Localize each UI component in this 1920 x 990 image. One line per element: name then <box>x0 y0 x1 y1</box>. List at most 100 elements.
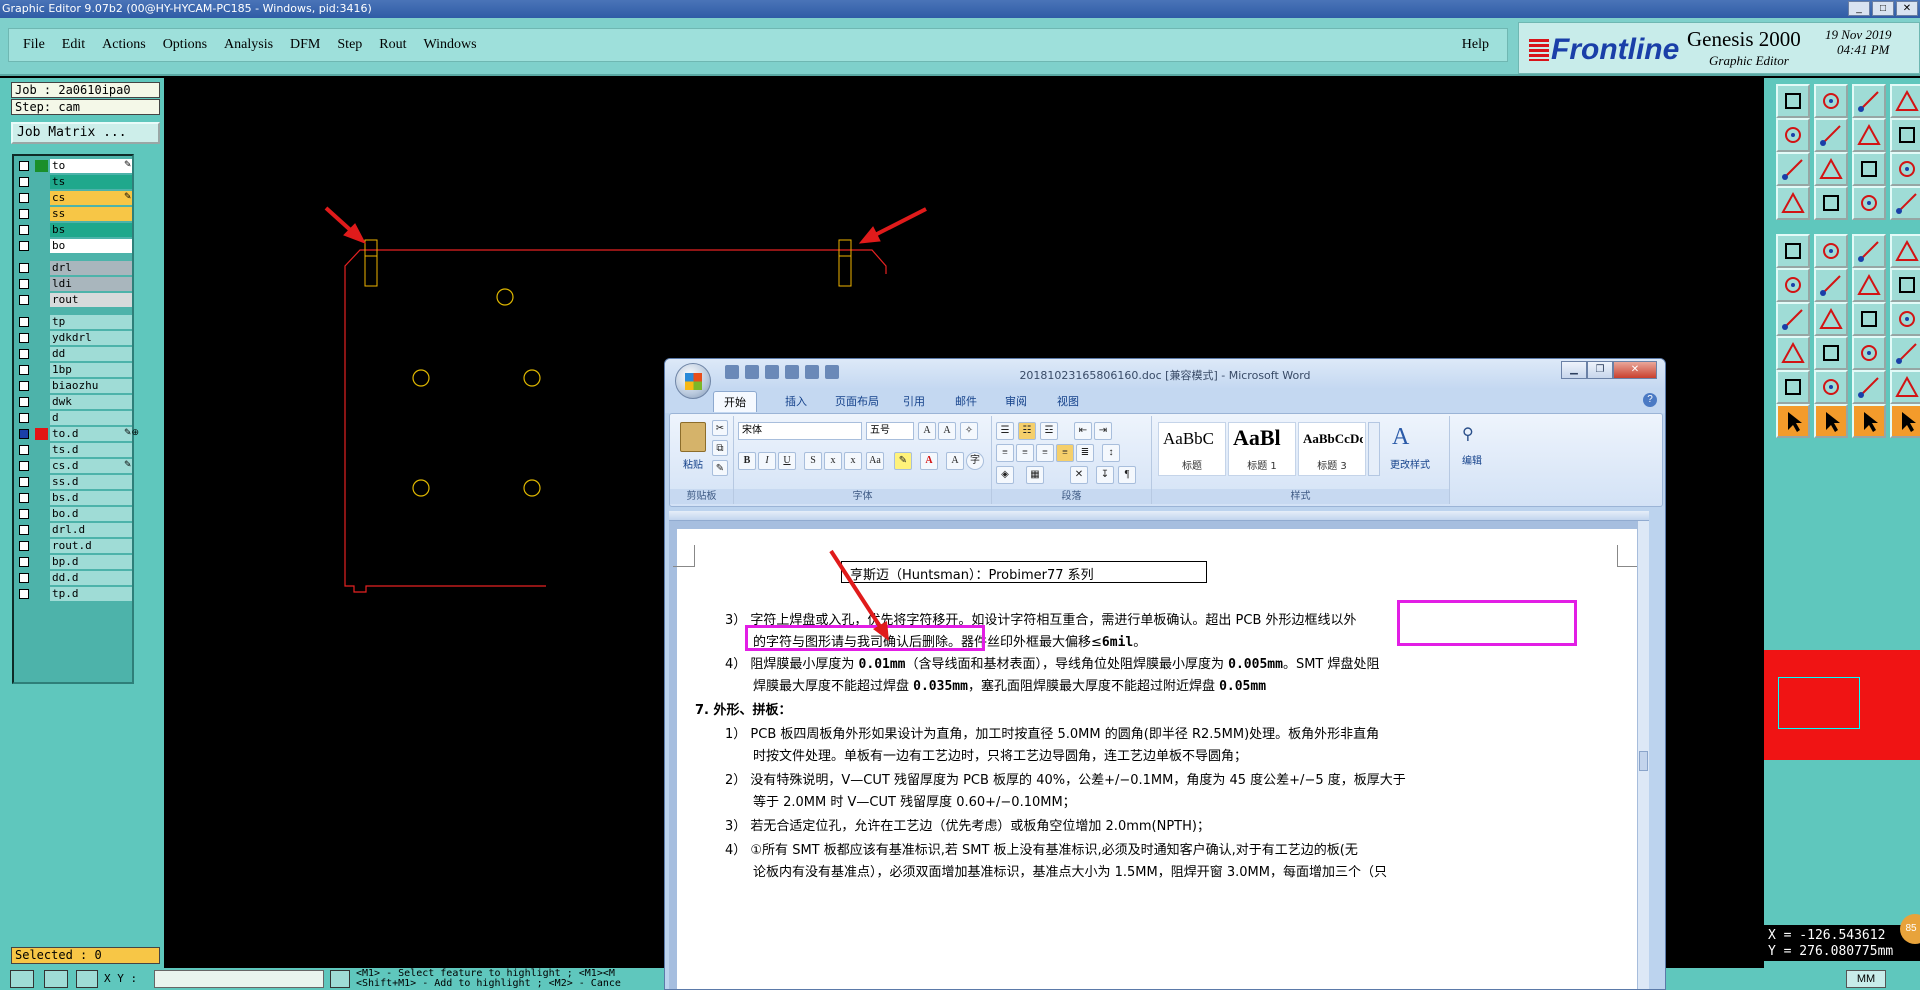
format-painter-icon[interactable]: ✎ <box>712 460 728 476</box>
distributed-icon[interactable]: ≣ <box>1076 444 1094 462</box>
copy-tool-icon[interactable] <box>1890 336 1920 370</box>
pointer-multi-icon[interactable] <box>1890 404 1920 438</box>
strikethrough-button[interactable]: S <box>804 452 822 470</box>
layer-row[interactable]: bo <box>14 238 132 254</box>
unit-button[interactable]: MM <box>1846 970 1886 988</box>
layer-row[interactable]: bs.d <box>14 490 132 506</box>
layer-name[interactable]: rout.d <box>50 539 132 553</box>
layer-checkbox[interactable] <box>19 461 29 471</box>
underline-button[interactable]: U <box>778 452 796 470</box>
layer-name[interactable]: drl.d <box>50 523 132 537</box>
layer-checkbox[interactable] <box>19 477 29 487</box>
layer-name[interactable]: ts.d <box>50 443 132 457</box>
tab-home[interactable]: 开始 <box>713 391 757 412</box>
maximize-button[interactable]: □ <box>1872 1 1894 16</box>
decrease-indent-icon[interactable]: ⇤ <box>1074 422 1092 440</box>
select-tool-icon[interactable] <box>10 970 34 988</box>
layer-name[interactable]: d <box>50 411 132 425</box>
info-icon[interactable] <box>330 970 350 988</box>
triangle-alt-icon[interactable] <box>1814 370 1848 404</box>
scroll-thumb[interactable] <box>1639 751 1648 771</box>
layer-name[interactable]: cs <box>50 191 132 205</box>
layer-name[interactable]: ldi <box>50 277 132 291</box>
vertical-scrollbar[interactable] <box>1637 521 1649 989</box>
layer-checkbox[interactable] <box>19 349 29 359</box>
layer-row[interactable]: cs.d ✎ <box>14 458 132 474</box>
measure-icon[interactable] <box>1776 186 1810 220</box>
layer-row[interactable]: to.d✎⊕ <box>14 426 139 442</box>
layer-name[interactable]: drl <box>50 261 132 275</box>
show-marks-icon[interactable]: ¶ <box>1118 466 1136 484</box>
line-icon[interactable] <box>1852 268 1886 302</box>
layer-row[interactable]: ts <box>14 174 132 190</box>
layer-checkbox[interactable] <box>19 225 29 235</box>
connect-icon[interactable] <box>1776 268 1810 302</box>
help-icon[interactable]: ? <box>1643 393 1657 407</box>
menu-analysis[interactable]: Analysis <box>224 37 273 53</box>
layer-checkbox[interactable] <box>19 541 29 551</box>
cross-icon[interactable] <box>1814 268 1848 302</box>
shrink-font-icon[interactable]: A <box>938 422 956 440</box>
align-icon[interactable] <box>1852 336 1886 370</box>
triangle-icon[interactable] <box>1776 370 1810 404</box>
tab-references[interactable]: 引用 <box>903 393 925 409</box>
center-icon[interactable] <box>1814 152 1848 186</box>
menu-help[interactable]: Help <box>1462 37 1489 53</box>
justify-icon[interactable]: ≡ <box>1056 444 1074 462</box>
align-center-icon[interactable]: ≡ <box>1016 444 1034 462</box>
style-heading-3[interactable]: AaBbCcDc 标题 3 <box>1298 422 1366 476</box>
layer-checkbox[interactable] <box>19 397 29 407</box>
paste-label[interactable]: 粘贴 <box>676 456 710 471</box>
tab-page-layout[interactable]: 页面布局 <box>835 393 879 409</box>
layer-checkbox[interactable] <box>19 365 29 375</box>
tab-view[interactable]: 视图 <box>1057 393 1079 409</box>
numbering-icon[interactable]: ☷ <box>1018 422 1036 440</box>
fit-icon[interactable] <box>1776 152 1810 186</box>
pointer-icon[interactable] <box>1776 404 1810 438</box>
layer-row[interactable]: bp.d <box>14 554 132 570</box>
layer-checkbox[interactable] <box>19 589 29 599</box>
layer-name[interactable]: tp <box>50 315 132 329</box>
layer-name[interactable]: cs.d <box>50 459 132 473</box>
layer-row[interactable]: 1bp <box>14 362 132 378</box>
layer-row[interactable]: ss <box>14 206 132 222</box>
layer-name[interactable]: biaozhu <box>50 379 132 393</box>
asian-layout-icon[interactable]: ✕ <box>1070 466 1088 484</box>
menu-edit[interactable]: Edit <box>62 37 85 53</box>
layer-row[interactable]: ss.d <box>14 474 132 490</box>
subscript-button[interactable]: x <box>824 452 842 470</box>
layer-name[interactable]: ts <box>50 175 132 189</box>
draw-icon[interactable] <box>1814 234 1848 268</box>
layer-row[interactable]: ydkdrl <box>14 330 132 346</box>
binoculars-icon[interactable]: ⚲ <box>1462 424 1474 444</box>
bullets-icon[interactable]: ☰ <box>996 422 1014 440</box>
layer-checkbox[interactable] <box>19 573 29 583</box>
tab-mailings[interactable]: 邮件 <box>955 393 977 409</box>
word-close-button[interactable]: ✕ <box>1613 361 1657 379</box>
style-heading[interactable]: AaBbC 标题 <box>1158 422 1226 476</box>
layer-name[interactable]: rout <box>50 293 132 307</box>
char-shading-icon[interactable]: A <box>946 452 964 470</box>
layer-name[interactable]: dd <box>50 347 132 361</box>
change-styles-label[interactable]: 更改样式 <box>1382 456 1438 471</box>
filter-icon[interactable] <box>1890 302 1920 336</box>
layer-checkbox[interactable] <box>19 493 29 503</box>
layer-checkbox[interactable] <box>19 317 29 327</box>
shading-icon[interactable]: ◈ <box>996 466 1014 484</box>
layer-row[interactable]: rout.d <box>14 538 132 554</box>
layer-row[interactable]: biaozhu <box>14 378 132 394</box>
enclose-char-icon[interactable]: 字 <box>966 452 984 470</box>
layer-checkbox[interactable] <box>19 295 29 305</box>
query-icon[interactable] <box>1890 152 1920 186</box>
clear-format-icon[interactable]: ✧ <box>960 422 978 440</box>
menu-dfm[interactable]: DFM <box>290 37 320 53</box>
layer-row[interactable]: cs ✎ <box>14 190 132 206</box>
layer-name[interactable]: 1bp <box>50 363 132 377</box>
layer-name[interactable]: dwk <box>50 395 132 409</box>
align-left-icon[interactable]: ≡ <box>996 444 1014 462</box>
layer-checkbox[interactable] <box>19 177 29 187</box>
layer-checkbox[interactable] <box>19 161 29 171</box>
borders-icon[interactable]: ▦ <box>1026 466 1044 484</box>
layer-checkbox[interactable] <box>19 445 29 455</box>
tab-insert[interactable]: 插入 <box>785 393 807 409</box>
